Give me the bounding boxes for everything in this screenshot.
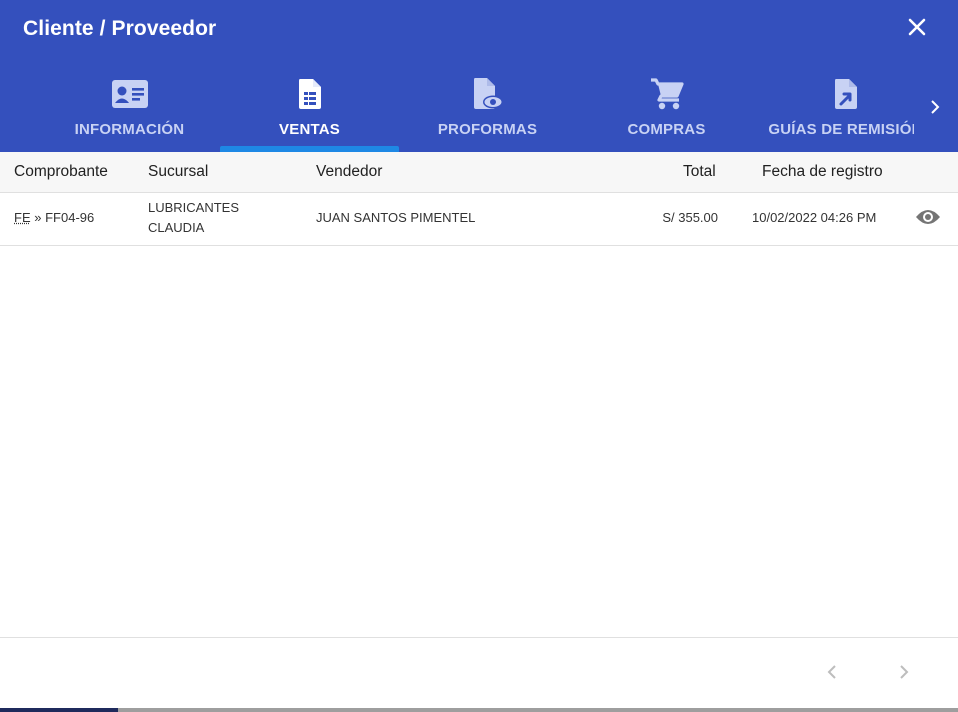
tab-proformas[interactable]: PROFORMAS [398, 62, 577, 152]
document-number: FF04-96 [45, 210, 95, 225]
fecha-cell: 10/02/2022 04:26 PM [752, 210, 877, 225]
table-header: Comprobante Sucursal Vendedor Total Fech… [0, 152, 958, 193]
client-provider-dialog: Cliente / Proveedor INFORMACIÓN VENTAS P… [0, 0, 958, 708]
column-header-total[interactable]: Total [683, 163, 716, 181]
tab-label: VENTAS [279, 121, 340, 138]
comprobante-cell: FE » FF04-96 [14, 210, 94, 225]
close-icon [907, 17, 927, 42]
total-cell: S/ 355.00 [662, 210, 718, 225]
tab-label: INFORMACIÓN [74, 121, 185, 138]
tab-compras[interactable]: COMPRAS [577, 62, 756, 152]
document-type-abbr: FE [14, 210, 31, 225]
column-header-comprobante[interactable]: Comprobante [14, 163, 108, 181]
tab-bar: INFORMACIÓN VENTAS PROFORMAS COMPRAS GUÍ… [40, 62, 920, 152]
eye-icon [915, 208, 941, 231]
close-button[interactable] [902, 14, 932, 44]
table-row: FE » FF04-96 LUBRICANTES CLAUDIA JUAN SA… [0, 193, 958, 246]
chevron-right-icon [899, 664, 909, 685]
dialog-header: Cliente / Proveedor INFORMACIÓN VENTAS P… [0, 0, 958, 152]
column-header-fecha[interactable]: Fecha de registro [762, 163, 883, 181]
previous-page-button[interactable] [820, 662, 844, 686]
table-footer [0, 637, 958, 708]
background-strip [0, 708, 958, 712]
tab-guias-de-remision[interactable]: GUÍAS DE REMISIÓN [756, 62, 920, 152]
sucursal-line: CLAUDIA [148, 220, 205, 235]
tab-ventas[interactable]: VENTAS [220, 62, 399, 152]
next-page-button[interactable] [892, 662, 916, 686]
column-header-sucursal[interactable]: Sucursal [148, 163, 208, 181]
tab-label: PROFORMAS [437, 121, 538, 138]
tab-overflow-mask [914, 100, 924, 152]
document-icon [297, 76, 323, 112]
tabs-scroll-next-button[interactable] [924, 96, 946, 122]
separator: » [34, 210, 42, 225]
vendedor-cell: JUAN SANTOS PIMENTEL [316, 210, 476, 225]
cart-icon [650, 76, 684, 112]
tab-informacion[interactable]: INFORMACIÓN [40, 62, 219, 152]
document-arrow-icon [833, 76, 859, 112]
id-card-icon [111, 76, 149, 112]
sucursal-cell: LUBRICANTES CLAUDIA [148, 198, 239, 238]
dialog-title: Cliente / Proveedor [23, 17, 217, 40]
chevron-right-icon [930, 99, 940, 119]
chevron-left-icon [827, 664, 837, 685]
tab-label: GUÍAS DE REMISIÓN [768, 121, 920, 138]
column-header-vendedor[interactable]: Vendedor [316, 163, 382, 181]
tab-label: COMPRAS [627, 121, 706, 138]
view-button[interactable] [913, 207, 943, 231]
sucursal-line: LUBRICANTES [148, 200, 240, 215]
document-eye-icon [472, 76, 504, 112]
